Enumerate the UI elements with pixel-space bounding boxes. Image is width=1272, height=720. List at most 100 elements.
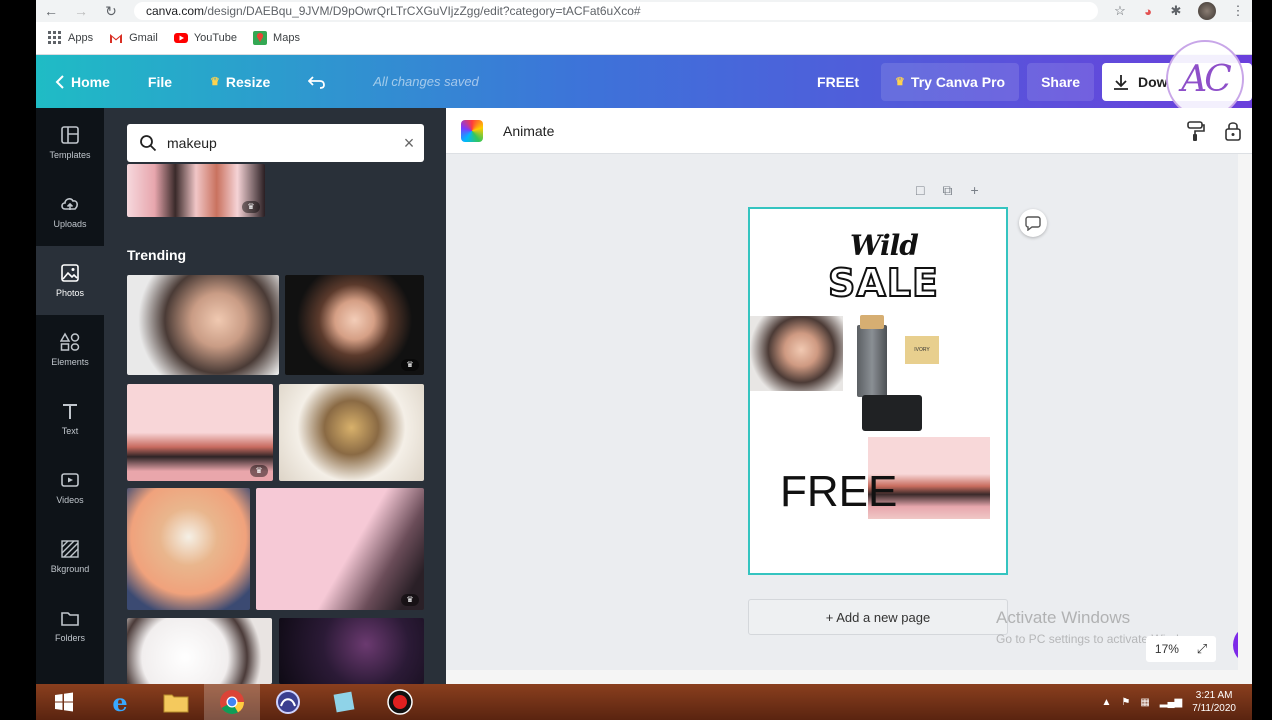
home-label: Home [71, 73, 110, 90]
horizontal-scrollbar[interactable] [446, 670, 1252, 684]
browser-window: ← → ↻ canva.com/design/DAEBqu_9JVM/D9pOw… [36, 0, 1252, 684]
forward-icon[interactable]: → [66, 3, 96, 19]
back-icon[interactable]: ← [36, 3, 66, 19]
photo-thumbnail[interactable] [279, 384, 424, 481]
menu-icon[interactable]: ⋮ [1224, 3, 1252, 19]
animate-button[interactable]: Animate [503, 123, 1176, 139]
tray-expand-icon[interactable]: ▲ [1101, 697, 1111, 708]
clear-search-icon[interactable]: × [394, 133, 424, 154]
fullscreen-icon[interactable]: ⤢ [1197, 641, 1207, 657]
share-label: Share [1041, 73, 1080, 90]
photo-thumbnail[interactable]: ♛ [127, 164, 265, 217]
bookmark-label: Maps [273, 32, 300, 44]
file-menu[interactable]: File [129, 55, 191, 108]
bookmark-label: Apps [68, 32, 94, 44]
photo-thumbnail[interactable]: ♛ [285, 275, 424, 375]
try-canva-pro-button[interactable]: ♛ Try Canva Pro [881, 62, 1020, 101]
ivory-swatch[interactable]: IVORY [905, 336, 939, 364]
note-icon[interactable]: □ [916, 182, 924, 199]
photo-thumbnail[interactable]: ♛ [256, 488, 424, 610]
photo-thumbnail[interactable]: ♛ [127, 384, 273, 481]
arc-app-icon [276, 690, 300, 714]
taskbar-file-explorer[interactable] [148, 684, 204, 720]
premium-crown-icon: ♛ [401, 359, 419, 371]
swatch-label: IVORY [914, 347, 930, 353]
foundation-stick-image[interactable] [857, 315, 887, 397]
vertical-scrollbar[interactable] [1238, 154, 1252, 670]
design-title[interactable]: FREEt [795, 74, 881, 90]
start-button[interactable] [36, 684, 92, 720]
url-domain: canva.com [146, 4, 205, 18]
nav-text[interactable]: Text [36, 384, 104, 453]
bookmark-gmail[interactable]: Gmail [109, 31, 158, 45]
editor-toolbar: Animate [446, 108, 1252, 154]
photo-thumbnail[interactable] [127, 488, 250, 610]
nav-background[interactable]: Bkground [36, 522, 104, 591]
taskbar-recorder[interactable] [372, 684, 428, 720]
sale-heading[interactable]: SALE [827, 260, 939, 306]
taskbar-app-arc[interactable] [260, 684, 316, 720]
add-comment-button[interactable] [1019, 209, 1047, 237]
bookmarks-bar: Apps Gmail YouTube Maps [36, 22, 1252, 55]
wild-heading[interactable]: Wild [850, 229, 919, 262]
photo-thumbnail[interactable] [279, 618, 424, 684]
apps-grid-icon [48, 31, 62, 45]
lock-icon[interactable] [1214, 120, 1252, 142]
download-label: Dow [1138, 73, 1168, 90]
duplicate-page-icon[interactable]: ⧉ [942, 182, 952, 199]
clock[interactable]: 3:21 AM 7/11/2020 [1192, 689, 1236, 715]
clock-time: 3:21 AM [1195, 690, 1233, 701]
undo-button[interactable] [289, 55, 351, 108]
resize-button[interactable]: ♛ Resize [191, 55, 289, 108]
home-button[interactable]: Home [36, 55, 129, 108]
zoom-control[interactable]: 17% ⤢ [1146, 636, 1216, 662]
flag-icon[interactable]: ⚑ [1121, 697, 1130, 708]
free-text[interactable]: FREE [780, 467, 897, 517]
taskbar-chrome[interactable] [204, 684, 260, 720]
extension-icon[interactable]: ◕ [1134, 4, 1162, 19]
paint-roller-icon[interactable] [1176, 120, 1214, 142]
add-new-page-button[interactable]: + Add a new page [748, 599, 1008, 635]
activate-windows-watermark: Activate Windows [996, 608, 1131, 627]
signal-icon[interactable]: ▂▄▆ [1160, 697, 1182, 708]
search-icon [140, 135, 157, 152]
photo-thumbnail[interactable] [127, 618, 272, 684]
bookmark-youtube[interactable]: YouTube [173, 31, 237, 45]
taskbar-app-note[interactable] [316, 684, 372, 720]
nav-photos[interactable]: Photos [36, 246, 104, 315]
bookmark-star-icon[interactable]: ☆ [1106, 3, 1134, 19]
shapes-icon [60, 332, 80, 351]
clock-date: 7/11/2020 [1192, 703, 1236, 714]
crown-icon: ♛ [210, 76, 220, 88]
profile-avatar[interactable] [1198, 2, 1216, 20]
bookmark-maps[interactable]: Maps [253, 31, 300, 45]
background-pattern-icon [61, 540, 79, 558]
foundation-base [862, 395, 922, 431]
network-icon[interactable]: ▦ [1140, 697, 1149, 708]
add-page-icon[interactable]: + [970, 182, 978, 199]
photo-thumbnail[interactable] [127, 275, 279, 375]
makeup-model-photo[interactable] [750, 316, 843, 391]
maps-icon [253, 31, 268, 45]
nav-label: Elements [51, 357, 89, 367]
share-button[interactable]: Share [1027, 62, 1094, 101]
bookmark-apps[interactable]: Apps [48, 31, 93, 45]
crown-icon: ♛ [895, 76, 905, 88]
trending-heading: Trending [127, 247, 187, 263]
reload-icon[interactable]: ↻ [96, 3, 126, 20]
design-page[interactable]: Wild SALE IVORY FREE [748, 207, 1008, 575]
nav-elements[interactable]: Elements [36, 315, 104, 384]
page-tools: □ ⧉ + [916, 182, 979, 199]
photo-search-input[interactable]: makeup × [127, 124, 424, 162]
taskbar-internet-explorer[interactable]: e [92, 684, 148, 720]
chevron-left-icon [55, 74, 64, 89]
animate-icon[interactable] [461, 119, 483, 142]
puzzle-icon[interactable]: ✱ [1162, 3, 1190, 19]
nav-folders[interactable]: Folders [36, 591, 104, 660]
nav-uploads[interactable]: Uploads [36, 177, 104, 246]
premium-crown-icon: ♛ [250, 465, 268, 477]
address-bar[interactable]: canva.com/design/DAEBqu_9JVM/D9pOwrQrLTr… [134, 2, 1098, 20]
url-path: /design/DAEBqu_9JVM/D9pOwrQrLTrCXGuVIjzZ… [204, 4, 641, 18]
nav-videos[interactable]: Videos [36, 453, 104, 522]
nav-templates[interactable]: Templates [36, 108, 104, 177]
